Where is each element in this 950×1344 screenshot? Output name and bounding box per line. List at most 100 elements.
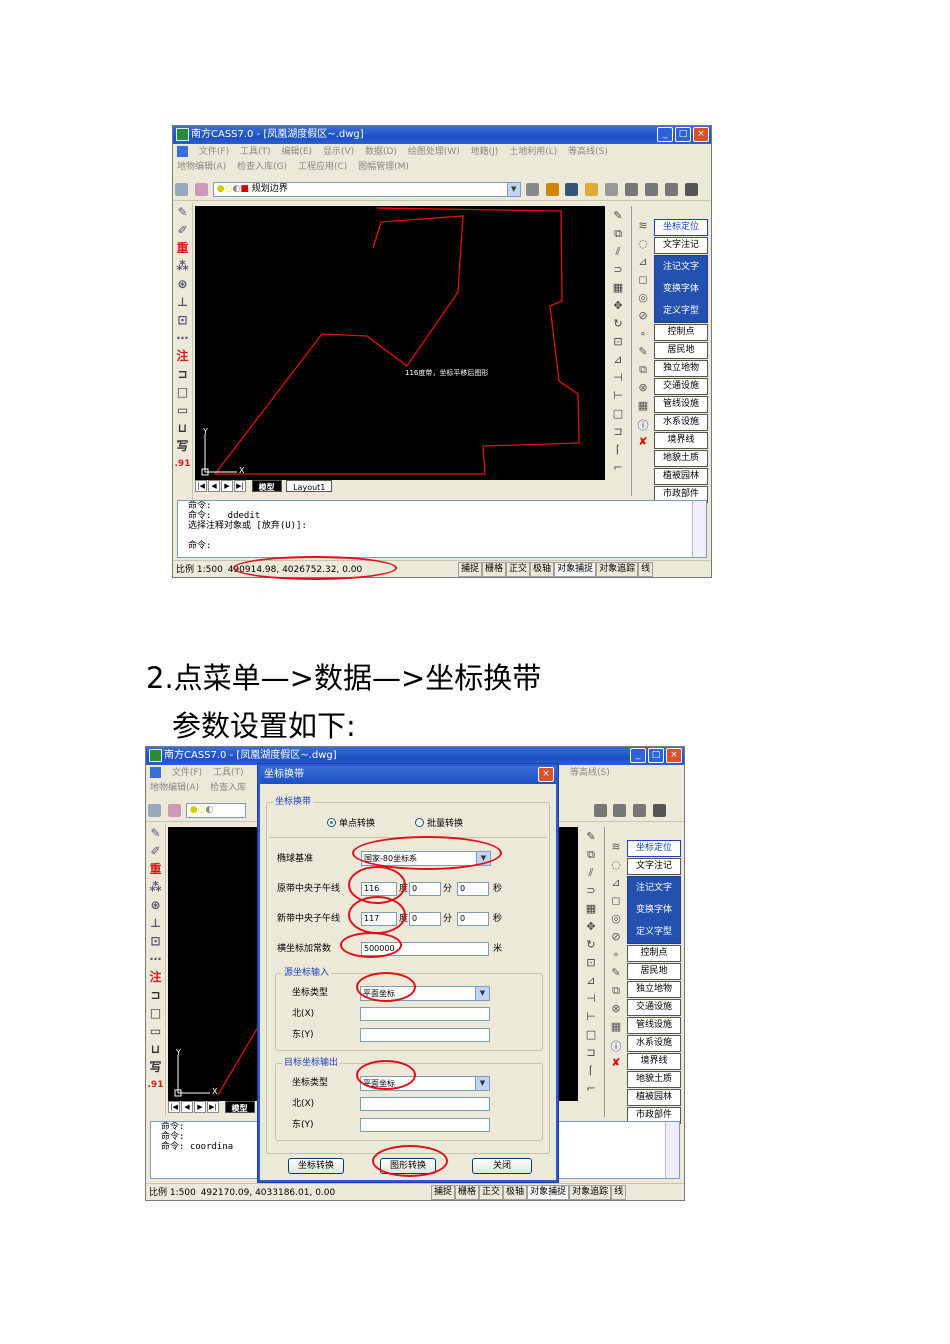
panel-item[interactable]: 境界线 <box>627 1053 681 1070</box>
tool-heavy[interactable]: 重 <box>173 239 192 257</box>
menu-sheet[interactable]: 图幅管理(M) <box>358 162 409 172</box>
explode-icon[interactable]: ⌐ <box>581 1080 601 1097</box>
tool-icon-3[interactable]: ⁂ <box>173 257 192 275</box>
info-icon[interactable]: ⓘ <box>606 1038 626 1055</box>
zoom-window-icon[interactable] <box>613 804 627 817</box>
tool-icon-7[interactable]: ⋯ <box>146 950 165 968</box>
copy-icon[interactable]: ⧉ <box>608 225 628 242</box>
layer-dropdown[interactable]: ●○◐■ 规划边界 ▼ <box>212 182 521 197</box>
mirror-icon[interactable]: ⫽ <box>581 864 601 881</box>
ortho-button[interactable]: 正交 <box>506 562 531 577</box>
tab-model[interactable]: 模型 <box>251 480 282 492</box>
ortho-button[interactable]: 正交 <box>479 1185 504 1200</box>
layer-dropdown[interactable]: ●○◐ <box>185 803 246 818</box>
panel-item-text-note[interactable]: 文字注记 <box>627 858 681 875</box>
source-north-input[interactable] <box>360 1007 490 1021</box>
false-easting-input[interactable]: 500000 <box>361 942 489 956</box>
orig-sec-input[interactable]: 0 <box>457 882 489 896</box>
tool-icon-2[interactable]: ✐ <box>146 842 165 860</box>
undo-icon[interactable] <box>653 804 667 817</box>
tool-icon-12[interactable]: 写 <box>173 437 192 455</box>
minimize-button[interactable]: _ <box>657 127 673 142</box>
convert-button[interactable]: 坐标转换 <box>288 1158 344 1174</box>
tool-icon-8[interactable]: ⊐ <box>173 365 192 383</box>
snap-button[interactable]: 捕捉 <box>431 1185 456 1200</box>
mirror-icon[interactable]: ⫽ <box>608 243 628 260</box>
menu-contour[interactable]: 等高线(S) <box>570 766 610 781</box>
tool-icon-3[interactable]: ⁂ <box>146 878 165 896</box>
zoom-prev-icon[interactable] <box>664 183 678 196</box>
tool-icon-7[interactable]: ⋯ <box>173 329 192 347</box>
radio-batch[interactable]: 批量转换 <box>415 817 463 831</box>
menu-tools[interactable]: 工具(T) <box>240 147 271 157</box>
minimize-button[interactable]: _ <box>630 748 646 763</box>
offset-icon[interactable]: ⊃ <box>581 882 601 899</box>
zoom-icon[interactable] <box>625 183 638 196</box>
panel-item[interactable]: 管线设施 <box>654 396 708 413</box>
trim-icon[interactable]: ⊣ <box>581 990 601 1007</box>
tab-layout1[interactable]: Layout1 <box>286 480 333 492</box>
tool-icon-11[interactable]: ⊔ <box>146 1040 165 1058</box>
new-deg-input[interactable]: 117 <box>361 912 397 926</box>
chevron-down-icon[interactable]: ▼ <box>476 852 490 865</box>
prev-tab-icon[interactable]: ◀ <box>208 480 220 492</box>
grid-icon[interactable]: ▦ <box>606 1020 626 1037</box>
delete-icon[interactable]: ✘ <box>606 1056 626 1073</box>
polar-button[interactable]: 极轴 <box>503 1185 528 1200</box>
extend-icon[interactable]: ⊢ <box>581 1008 601 1025</box>
target-type-select[interactable]: 平面坐标 ▼ <box>360 1076 490 1091</box>
panel-item-change-font[interactable]: 变换字体 <box>655 278 707 300</box>
menu-file[interactable]: 文件(F) <box>172 768 202 778</box>
target-east-input[interactable] <box>360 1118 490 1132</box>
menu-check[interactable]: 检查入库 <box>210 783 246 793</box>
panel-item[interactable]: 交通设施 <box>654 378 708 395</box>
panel-item[interactable]: 境界线 <box>654 432 708 449</box>
new-sec-input[interactable]: 0 <box>457 912 489 926</box>
tool-icon-1[interactable]: ✎ <box>173 203 192 221</box>
linetype-icon[interactable] <box>525 183 539 196</box>
route-icon[interactable]: ⧉ <box>633 363 653 380</box>
move-icon[interactable]: ✥ <box>581 918 601 935</box>
tab-model[interactable]: 模型 <box>224 1101 255 1113</box>
tool-heavy[interactable]: 重 <box>146 860 165 878</box>
search-icon[interactable]: ◎ <box>633 291 653 308</box>
tool-annotate[interactable]: 注 <box>146 968 165 986</box>
menu-landuse[interactable]: 土地利用(L) <box>509 147 557 157</box>
trim-icon[interactable]: ⊣ <box>608 369 628 386</box>
rotate-icon[interactable]: ↻ <box>581 936 601 953</box>
grid-icon[interactable]: ▦ <box>633 399 653 416</box>
orig-min-input[interactable]: 0 <box>409 882 441 896</box>
osnap-button[interactable]: 对象捕捉 <box>554 562 597 577</box>
stretch-icon[interactable]: ⊿ <box>608 351 628 368</box>
panel-item-define-font[interactable]: 定义字型 <box>655 300 707 322</box>
panel-item[interactable]: 管线设施 <box>627 1017 681 1034</box>
tool-icon-9[interactable]: □ <box>173 383 192 401</box>
break-icon[interactable]: □ <box>581 1026 601 1043</box>
menu-cadastre[interactable]: 地籍(J) <box>471 147 499 157</box>
tool-icon-12[interactable]: 写 <box>146 1058 165 1076</box>
panel-item[interactable]: 控制点 <box>654 324 708 341</box>
rotate-icon[interactable]: ↻ <box>608 315 628 332</box>
panel-item[interactable]: 地貌土质 <box>654 450 708 467</box>
panel-item[interactable]: 水系设施 <box>627 1035 681 1052</box>
panel-item-coord-locate[interactable]: 坐标定位 <box>627 840 681 857</box>
next-tab-icon[interactable]: ▶ <box>194 1101 206 1113</box>
route-icon[interactable]: ⧉ <box>606 984 626 1001</box>
stretch-icon[interactable]: ⊿ <box>581 972 601 989</box>
tool-value[interactable]: .91 <box>146 1076 165 1094</box>
tool-icon-6[interactable]: ⊡ <box>146 932 165 950</box>
layers-icon[interactable] <box>175 183 188 196</box>
prev-tab-icon[interactable]: ◀ <box>181 1101 193 1113</box>
info-icon[interactable]: ⓘ <box>633 417 653 434</box>
target-north-input[interactable] <box>360 1097 490 1111</box>
edit-icon[interactable]: ⊘ <box>633 309 653 326</box>
move-icon[interactable]: ✥ <box>608 297 628 314</box>
panel-item[interactable]: 独立地物 <box>627 981 681 998</box>
scale-icon[interactable]: ⊡ <box>581 954 601 971</box>
panel-item[interactable]: 居民地 <box>627 963 681 980</box>
panel-item-text-note[interactable]: 文字注记 <box>654 237 708 254</box>
new-min-input[interactable]: 0 <box>409 912 441 926</box>
fillet-icon[interactable]: ⌈ <box>608 441 628 458</box>
points-icon[interactable]: ∘ <box>606 948 626 965</box>
satellite-icon[interactable]: ⊗ <box>606 1002 626 1019</box>
